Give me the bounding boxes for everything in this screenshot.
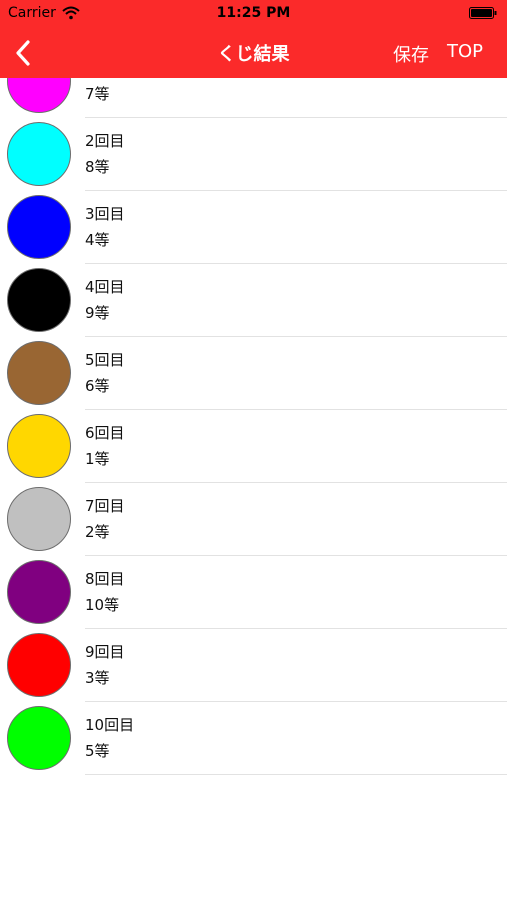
result-title: 6回目 — [85, 424, 125, 442]
result-row[interactable]: 2回目 8等 — [0, 118, 507, 191]
result-title: 9回目 — [85, 643, 125, 661]
result-row[interactable]: 7等 — [0, 78, 507, 118]
result-rank: 4等 — [85, 231, 110, 249]
result-rank: 5等 — [85, 742, 110, 760]
result-title: 8回目 — [85, 570, 125, 588]
result-title: 5回目 — [85, 351, 125, 369]
color-circle — [7, 195, 71, 259]
status-time: 11:25 PM — [216, 5, 291, 21]
color-circle — [7, 633, 71, 697]
color-circle — [7, 341, 71, 405]
result-title: 4回目 — [85, 278, 125, 296]
status-bar: Carrier 11:25 PM — [0, 0, 507, 28]
result-rank: 10等 — [85, 596, 120, 614]
result-title: 2回目 — [85, 132, 125, 150]
top-button[interactable]: TOP — [447, 41, 483, 67]
result-title: 10回目 — [85, 716, 135, 734]
color-circle — [7, 414, 71, 478]
result-rank: 9等 — [85, 304, 110, 322]
battery-icon — [469, 7, 497, 19]
result-rank: 2等 — [85, 523, 110, 541]
result-rank: 1等 — [85, 450, 110, 468]
row-divider — [85, 774, 507, 775]
nav-actions: 保存 TOP — [393, 41, 483, 67]
result-row[interactable]: 8回目 10等 — [0, 556, 507, 629]
save-button[interactable]: 保存 — [393, 41, 429, 67]
result-row[interactable]: 10回目 5等 — [0, 702, 507, 775]
result-row[interactable]: 9回目 3等 — [0, 629, 507, 702]
color-circle — [7, 122, 71, 186]
result-rank: 7等 — [85, 85, 110, 103]
result-title: 3回目 — [85, 205, 125, 223]
color-circle — [7, 487, 71, 551]
result-title: 7回目 — [85, 497, 125, 515]
color-circle — [7, 706, 71, 770]
result-list: 7等 2回目 8等 3回目 4等 4回目 9等 5回目 6等 6回目 1等 7回… — [0, 78, 507, 900]
result-rank: 8等 — [85, 158, 110, 176]
result-row[interactable]: 7回目 2等 — [0, 483, 507, 556]
color-circle — [7, 78, 71, 113]
result-row[interactable]: 5回目 6等 — [0, 337, 507, 410]
result-row[interactable]: 4回目 9等 — [0, 264, 507, 337]
result-row[interactable]: 3回目 4等 — [0, 191, 507, 264]
color-circle — [7, 268, 71, 332]
result-rank: 3等 — [85, 669, 110, 687]
color-circle — [7, 560, 71, 624]
result-row[interactable]: 6回目 1等 — [0, 410, 507, 483]
navigation-bar: くじ結果 保存 TOP — [0, 28, 507, 78]
result-rank: 6等 — [85, 377, 110, 395]
